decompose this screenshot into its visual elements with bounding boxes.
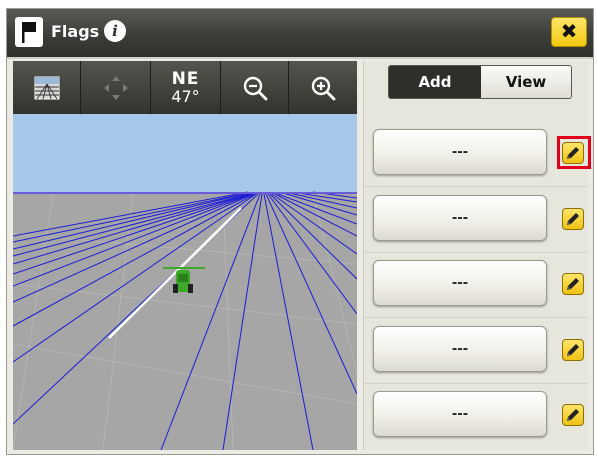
zoom-out-button[interactable] [221, 61, 289, 114]
info-icon[interactable]: i [104, 20, 126, 42]
sky [13, 114, 357, 192]
flag-button[interactable]: --- [373, 391, 547, 437]
map-toolbar: NE 47° [13, 61, 357, 114]
title-bar: Flags i ✖ [7, 9, 593, 59]
edit-flag-button[interactable] [562, 273, 584, 295]
flag-row: --- [364, 123, 591, 187]
flag-icon [15, 17, 43, 47]
flag-button[interactable]: --- [373, 326, 547, 372]
pencil-icon [567, 409, 579, 421]
heading-direction: NE [171, 68, 200, 89]
row-divider [364, 186, 588, 187]
pencil-icon [567, 147, 579, 159]
flag-row: --- [364, 320, 588, 384]
row-divider [364, 252, 588, 253]
tab-add[interactable]: Add [389, 66, 481, 98]
edit-flag-button[interactable] [562, 142, 584, 164]
zoom-out-icon [243, 76, 267, 100]
flags-window: Flags i ✖ NE 47° Add View --- --- --- --… [6, 8, 594, 455]
close-icon: ✖ [560, 19, 578, 43]
flag-button[interactable]: --- [373, 129, 547, 175]
tab-view[interactable]: View [481, 66, 571, 98]
flags-panel: Add View --- --- --- --- --- [363, 61, 591, 450]
heading-indicator: NE 47° [151, 61, 221, 114]
zoom-in-button[interactable] [289, 61, 357, 114]
edit-flag-button[interactable] [562, 208, 584, 230]
pencil-icon [567, 344, 579, 356]
pan-button[interactable] [81, 61, 151, 114]
edit-flag-button[interactable] [562, 339, 584, 361]
row-divider [364, 317, 588, 318]
perspective-view-icon [34, 76, 59, 99]
window-title: Flags [51, 22, 100, 41]
mode-tabs: Add View [388, 65, 572, 99]
flag-button[interactable]: --- [373, 195, 547, 241]
pencil-icon [567, 213, 579, 225]
close-button[interactable]: ✖ [551, 17, 587, 47]
flag-button[interactable]: --- [373, 260, 547, 306]
flag-row: --- [364, 254, 588, 318]
map-view[interactable] [13, 114, 357, 450]
perspective-view-button[interactable] [13, 61, 81, 114]
flag-row: --- [364, 385, 588, 449]
pencil-icon [567, 278, 579, 290]
row-divider [364, 383, 588, 384]
map-panel: NE 47° [13, 61, 357, 450]
edit-flag-button[interactable] [562, 404, 584, 426]
pan-arrows-icon [103, 75, 128, 100]
zoom-in-icon [311, 76, 336, 100]
heading-degrees: 47° [171, 86, 200, 106]
flag-row: --- [364, 189, 588, 253]
